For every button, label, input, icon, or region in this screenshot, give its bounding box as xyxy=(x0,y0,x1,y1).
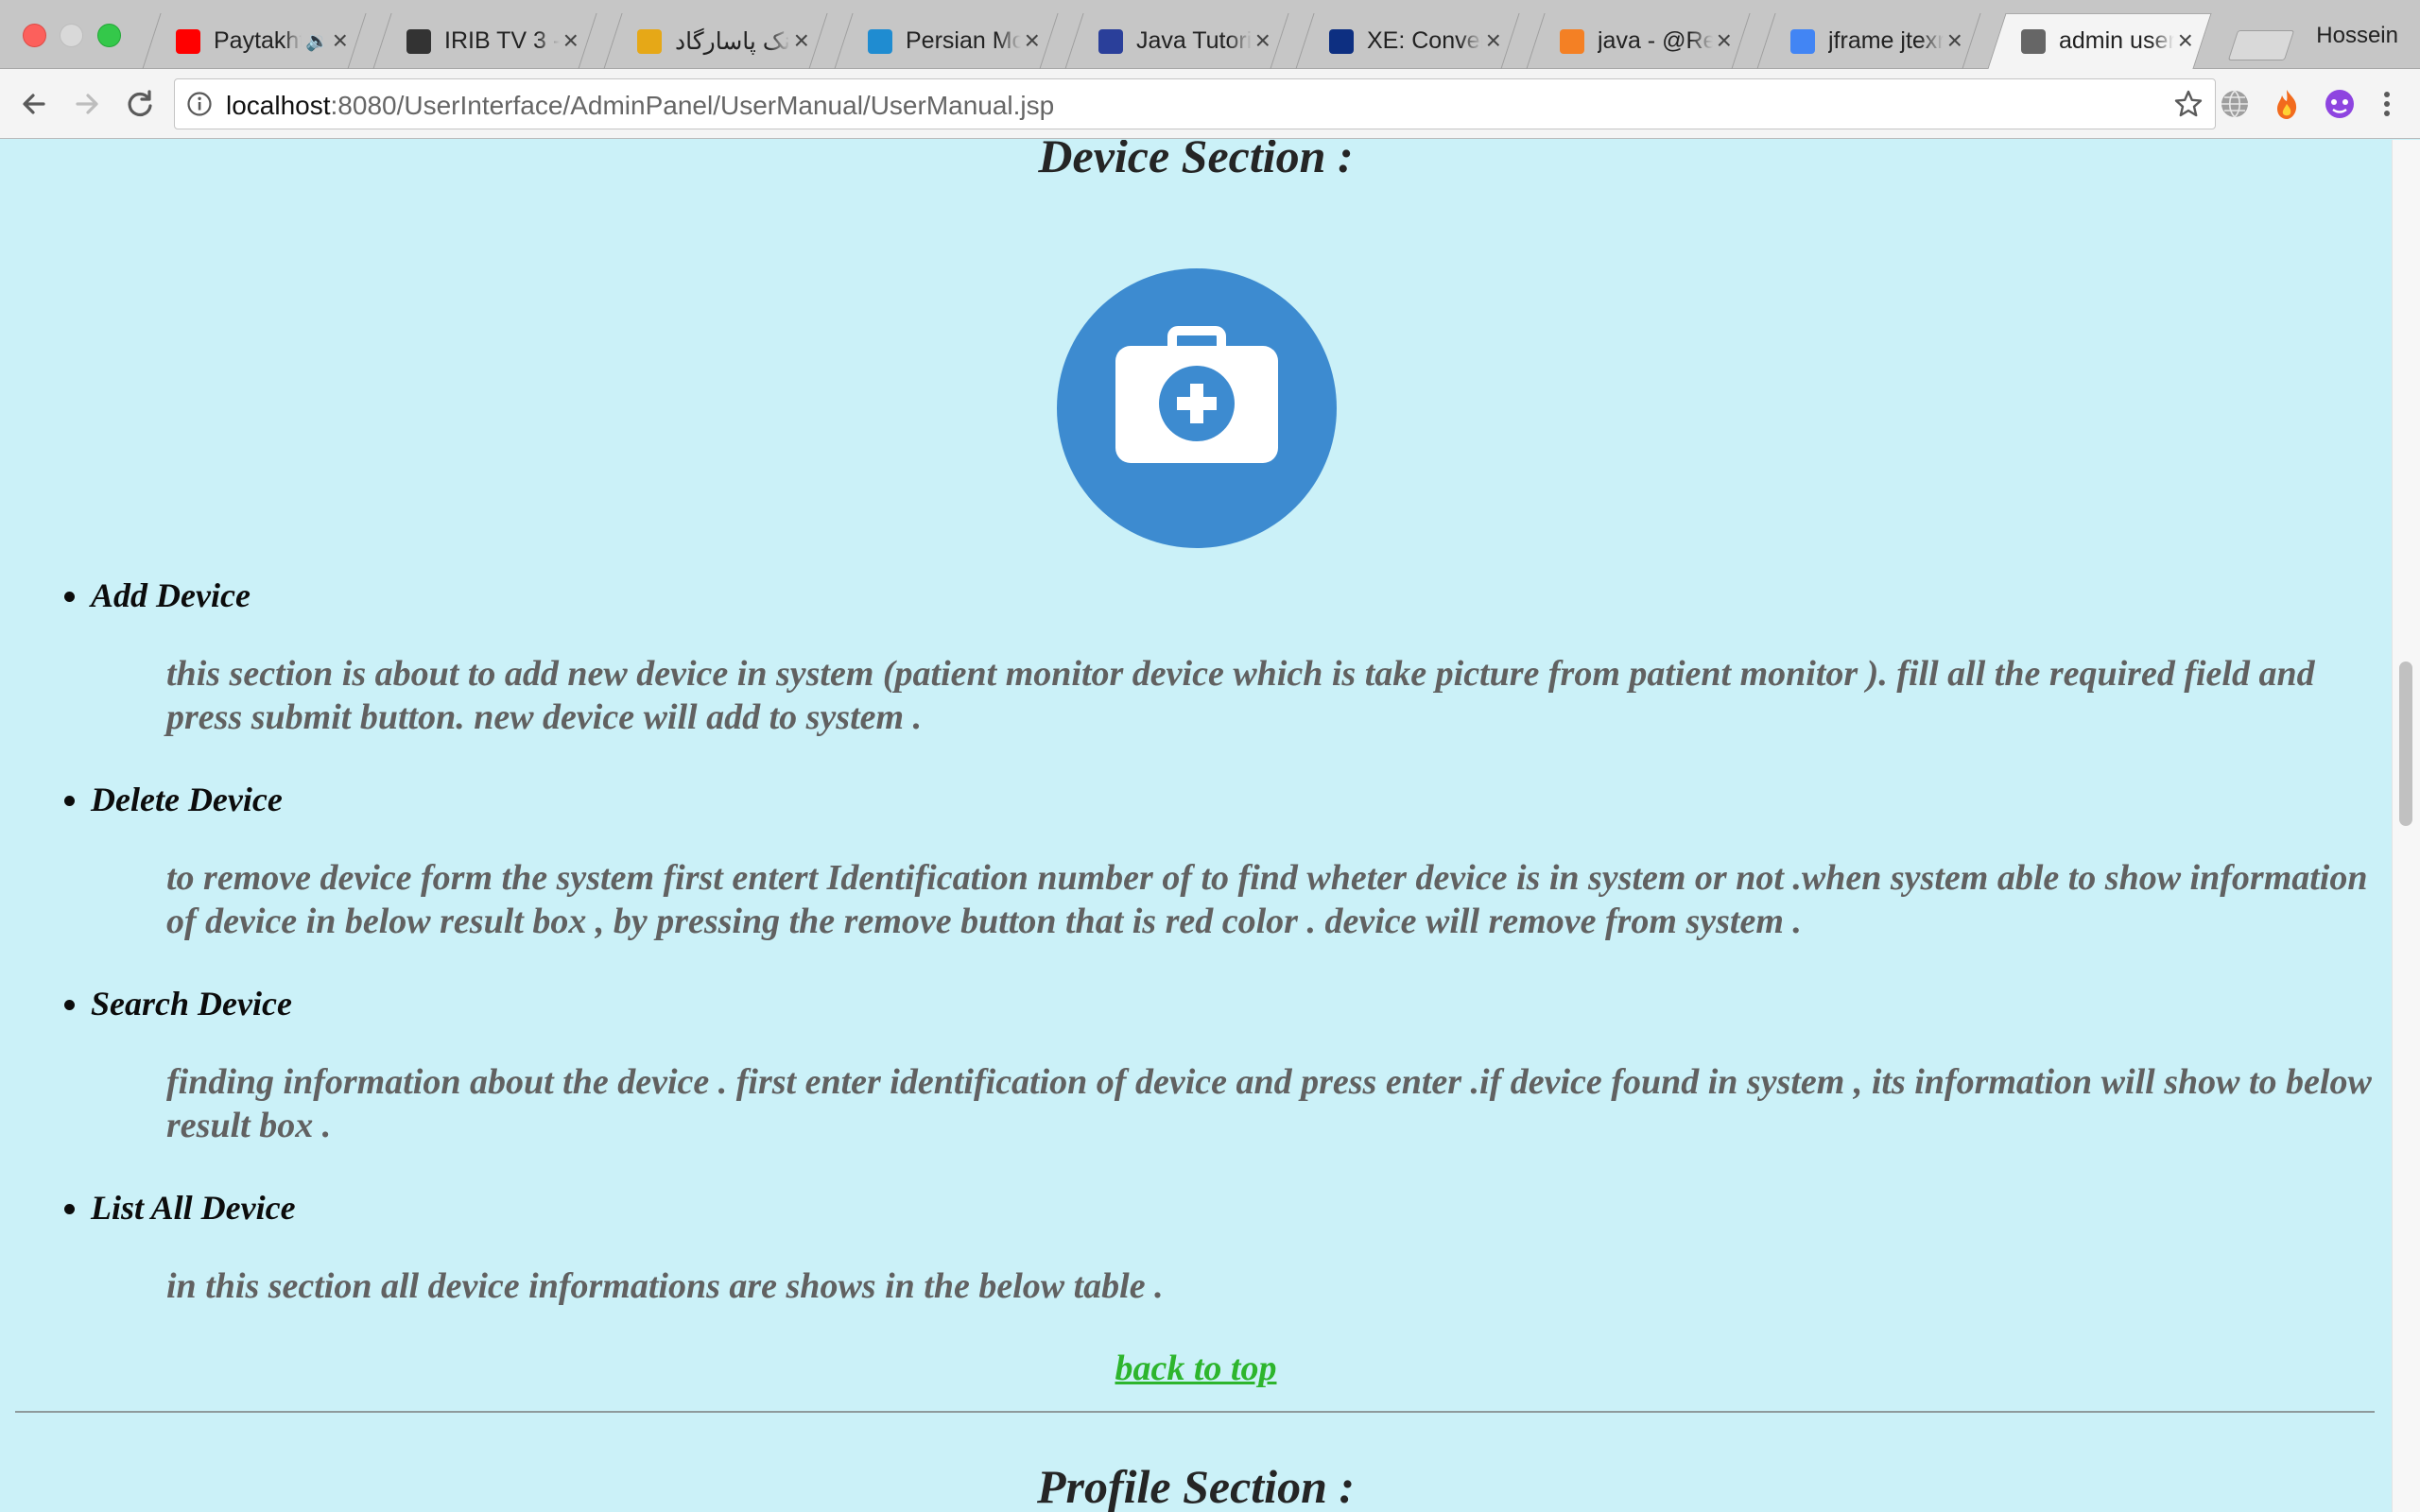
translate-extension-icon[interactable] xyxy=(2217,86,2253,122)
reload-button[interactable] xyxy=(121,85,159,123)
globe-icon xyxy=(868,28,892,54)
address-bar[interactable]: localhost:8080/UserInterface/AdminPanel/… xyxy=(174,78,2216,129)
browser-tab[interactable]: jframe jtexr × xyxy=(1756,13,1981,69)
feature-item: Add Device this section is about to add n… xyxy=(91,575,2392,779)
feature-description: finding information about the device . f… xyxy=(166,1062,2372,1145)
bank-icon xyxy=(637,28,662,54)
feature-description: to remove device form the system first e… xyxy=(166,858,2368,941)
tab-close-icon[interactable]: × xyxy=(1717,26,1732,55)
section-divider xyxy=(15,1411,2375,1413)
stackoverflow-icon xyxy=(1560,28,1584,54)
tab-title: admin user m xyxy=(2059,27,2174,54)
browser-tab[interactable]: XE: Convert × xyxy=(1295,13,1520,69)
browser-tab[interactable]: Paytakht 🔉 × xyxy=(142,13,367,69)
zoom-window-button[interactable] xyxy=(97,24,121,47)
browser-tab[interactable]: admin user m× xyxy=(1987,13,2212,69)
close-window-button[interactable] xyxy=(23,24,46,47)
tab-title: XE: Convert xyxy=(1367,27,1482,54)
play-icon xyxy=(406,28,431,54)
tab-title: Java Tutoria xyxy=(1136,27,1252,54)
feature-label: Search Device xyxy=(91,985,292,1022)
page-content: Device Section : Add Device this section … xyxy=(0,140,2392,1512)
url-host: localhost xyxy=(226,91,331,120)
feature-item: Search Device finding information about t… xyxy=(91,983,2392,1187)
tab-close-icon[interactable]: × xyxy=(2178,26,2193,55)
menu-dots-icon[interactable] xyxy=(2369,86,2405,122)
feature-label: Add Device xyxy=(91,576,251,614)
tab-close-icon[interactable]: × xyxy=(1255,26,1270,55)
tab-close-icon[interactable]: × xyxy=(1947,26,1962,55)
tab-close-icon[interactable]: × xyxy=(1486,26,1501,55)
feature-description: this section is about to add new device … xyxy=(166,654,2315,737)
device-section-heading: Device Section : xyxy=(1038,140,1354,182)
url-path: :8080/UserInterface/AdminPanel/UserManua… xyxy=(330,91,1055,120)
tab-title: بانک پاسارگاد :: xyxy=(675,27,790,55)
tab-close-icon[interactable]: × xyxy=(794,26,809,55)
browser-tab[interactable]: Java Tutoria× xyxy=(1064,13,1289,69)
feature-label: Delete Device xyxy=(91,781,283,818)
tab-title: java - @Req xyxy=(1598,27,1713,54)
browser-tab[interactable]: java - @Req× xyxy=(1526,13,1751,69)
feature-label: List All Device xyxy=(91,1189,296,1227)
speaker-icon[interactable]: 🔉 xyxy=(305,29,329,53)
forward-button[interactable] xyxy=(68,85,106,123)
browser-tab[interactable]: Persian Mov× xyxy=(834,13,1059,69)
reload-icon xyxy=(128,90,152,117)
scrollbar-thumb[interactable] xyxy=(2399,662,2412,826)
tab-title: Persian Mov xyxy=(906,27,1021,54)
tab-title: jframe jtexr xyxy=(1828,27,1944,54)
tab-close-icon[interactable]: × xyxy=(1025,26,1040,55)
profile-section-heading: Profile Section : xyxy=(1036,1460,1356,1512)
info-icon[interactable] xyxy=(186,91,213,117)
xe-icon xyxy=(1329,28,1354,54)
feature-item: Delete Device to remove device form the s… xyxy=(91,779,2392,983)
back-to-top-link[interactable]: back to top xyxy=(0,1348,2392,1389)
java-tutorial-icon xyxy=(1098,28,1123,54)
forward-arrow-icon xyxy=(76,94,98,114)
minimize-window-button[interactable] xyxy=(60,24,83,47)
back-button[interactable] xyxy=(15,85,53,123)
tab-title: Paytakht xyxy=(214,27,302,54)
document-icon xyxy=(2021,28,2046,54)
back-arrow-icon xyxy=(23,94,45,114)
tab-strip: Paytakht🔉×IRIB TV 3 - «×بانک پاسارگاد ::… xyxy=(0,0,2420,69)
browser-toolbar: localhost:8080/UserInterface/AdminPanel/… xyxy=(0,69,2420,139)
device-feature-list: Add Device this section is about to add n… xyxy=(55,575,2392,1391)
bookmark-star-icon[interactable] xyxy=(2173,89,2204,119)
profile-name[interactable]: Hossein xyxy=(2316,23,2398,49)
vertical-scrollbar[interactable] xyxy=(2392,140,2420,1512)
vpn-extension-icon[interactable] xyxy=(2322,86,2358,122)
tab-close-icon[interactable]: × xyxy=(333,26,348,55)
browser-tab[interactable]: IRIB TV 3 - «× xyxy=(372,13,597,69)
feature-description: in this section all device informations … xyxy=(166,1266,1164,1306)
google-icon xyxy=(1790,28,1815,54)
fire-extension-icon[interactable] xyxy=(2269,86,2305,122)
new-tab-button[interactable] xyxy=(2227,30,2295,60)
medical-kit-icon xyxy=(1057,268,1337,548)
browser-tab[interactable]: بانک پاسارگاد :: × xyxy=(603,13,828,69)
url-text[interactable]: localhost:8080/UserInterface/AdminPanel/… xyxy=(226,91,1054,121)
youtube-icon xyxy=(176,28,200,54)
tab-close-icon[interactable]: × xyxy=(563,26,579,55)
tab-title: IRIB TV 3 - « xyxy=(444,27,560,54)
